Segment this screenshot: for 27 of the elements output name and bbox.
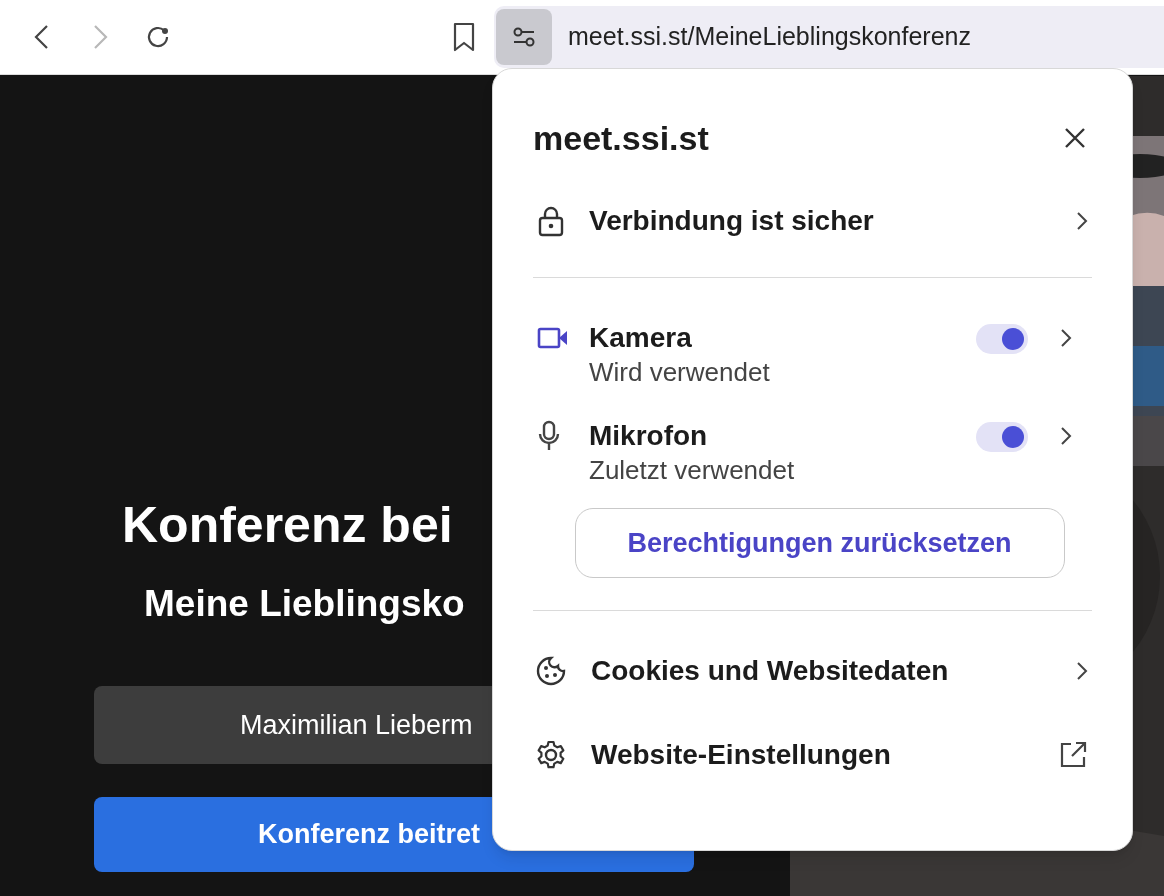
settings-icon	[535, 739, 567, 771]
page-heading: Konferenz bei	[122, 495, 453, 555]
chevron-right-icon	[1060, 328, 1072, 348]
close-icon	[1064, 127, 1086, 149]
permission-label: Kamera	[589, 322, 693, 354]
permission-status: Wird verwendet	[589, 356, 771, 388]
sliders-icon	[511, 25, 537, 49]
chevron-right-icon	[1060, 426, 1072, 446]
reset-permissions-button[interactable]: Berechtigungen zurücksetzen	[574, 508, 1065, 578]
chevron-right-icon	[1076, 661, 1088, 681]
popup-title: meet.ssi.st	[533, 117, 710, 159]
toggle-switch[interactable]	[976, 422, 1028, 452]
conference-name: Meine Lieblingsko	[144, 582, 465, 627]
connection-label: Verbindung ist sicher	[589, 204, 875, 238]
permission-label: Mikrofon	[589, 420, 709, 452]
connection-row[interactable]: Verbindung ist sicher	[493, 199, 1132, 243]
bookmark-icon[interactable]	[452, 22, 476, 52]
url-text: meet.ssi.st/MeineLieblingskonferenz	[568, 21, 971, 53]
site-info-button[interactable]	[496, 9, 552, 65]
external-link-icon	[1058, 740, 1088, 770]
toggle-switch[interactable]	[976, 324, 1028, 354]
lock-icon	[537, 205, 565, 237]
menu-label: Cookies und Websitedaten	[591, 654, 950, 688]
chevron-right-icon	[1076, 211, 1088, 231]
cookie-icon	[535, 655, 567, 687]
address-bar[interactable]: meet.ssi.st/MeineLieblingskonferenz	[494, 6, 1164, 68]
permission-status: Zuletzt verwendet	[589, 454, 796, 486]
